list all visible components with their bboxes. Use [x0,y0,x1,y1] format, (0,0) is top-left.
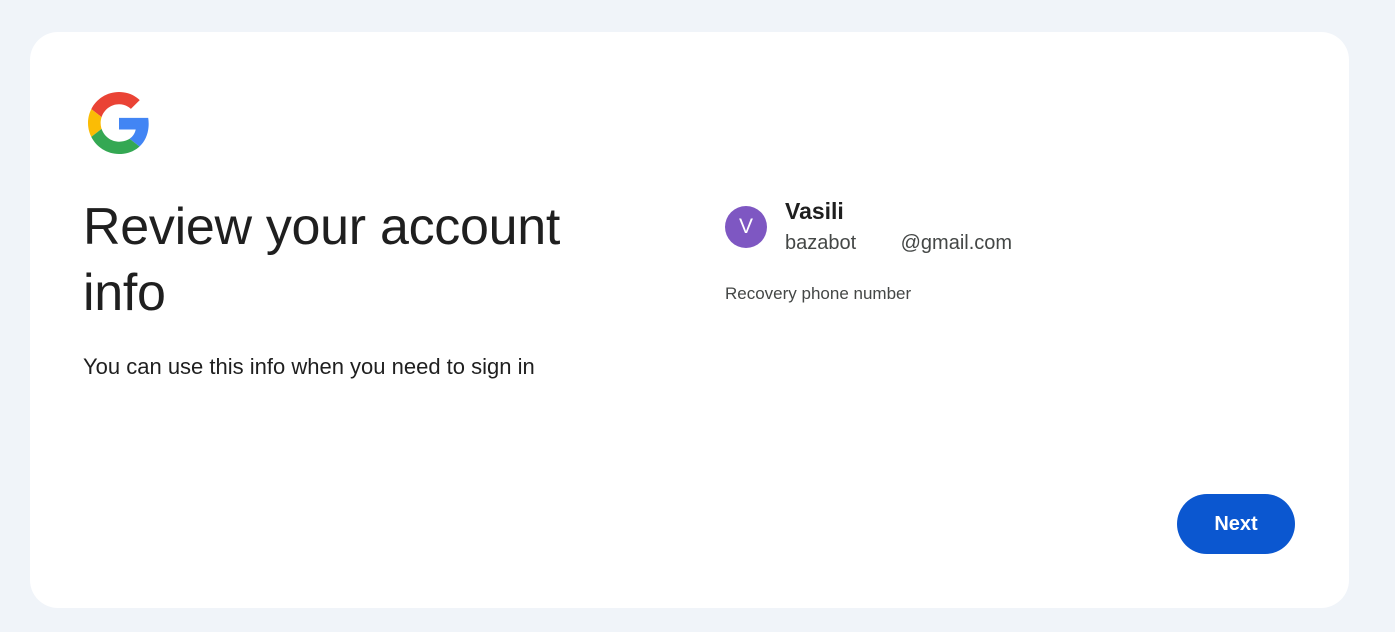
account-review-card: Review your account info You can use thi… [30,32,1349,608]
account-name: Vasili [785,198,844,224]
next-button[interactable]: Next [1177,494,1295,554]
account-details: Vasili bazabot @gmail.com [785,196,1012,260]
avatar: V [725,206,767,248]
recovery-phone-label: Recovery phone number [725,284,912,303]
page-subtitle: You can use this info when you need to s… [83,354,535,379]
account-chip: V Vasili bazabot @gmail.com [725,196,1012,260]
account-email: bazabot @gmail.com [785,232,1013,254]
google-g-icon [88,92,150,154]
page-title: Review your account info [83,198,560,322]
